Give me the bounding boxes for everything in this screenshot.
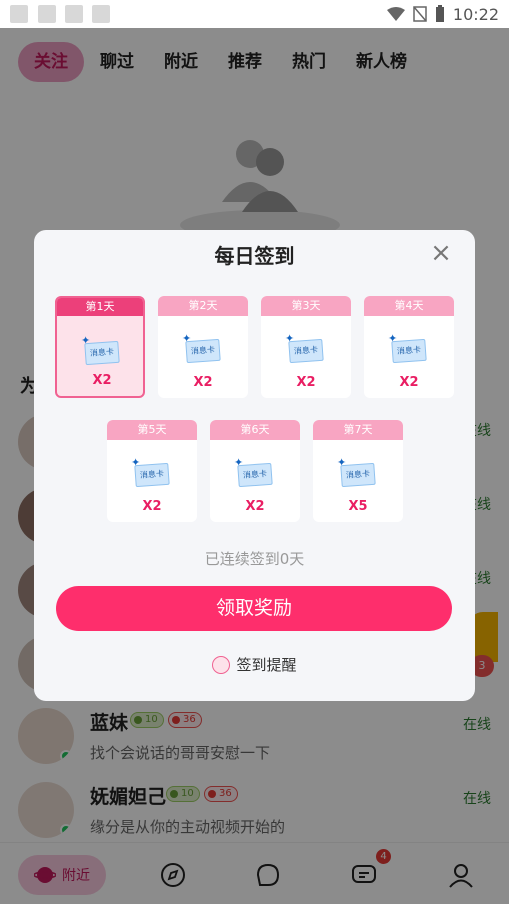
reward-multiplier: X2	[296, 375, 316, 390]
day-label: 第1天	[57, 298, 143, 316]
notification-icon	[38, 5, 56, 23]
streak-text: 已连续签到0天	[204, 550, 305, 568]
status-time: 10:22	[452, 4, 499, 24]
day-card-3[interactable]: 第3天 ✦ 消息卡 X2	[261, 296, 351, 398]
day-label: 第7天	[313, 420, 403, 440]
day-card-2[interactable]: 第2天 ✦ 消息卡 X2	[158, 296, 248, 398]
close-icon[interactable]: ×	[429, 240, 453, 266]
reward-multiplier: X2	[399, 375, 419, 390]
day-card-6[interactable]: 第6天 ✦ 消息卡 X2	[210, 420, 300, 522]
dialog-title: 每日签到	[214, 244, 295, 268]
reward-multiplier: X2	[193, 375, 213, 390]
reward-multiplier: X5	[348, 499, 368, 514]
no-sim-icon	[413, 6, 427, 22]
reward-multiplier: X2	[92, 373, 112, 388]
reminder-radio[interactable]	[212, 655, 231, 674]
day-label: 第5天	[107, 420, 197, 440]
message-card-icon: 消息卡	[134, 462, 170, 488]
day-card-7[interactable]: 第7天 ✦ 消息卡 X5	[313, 420, 403, 522]
checkin-reminder-toggle[interactable]: 签到提醒	[34, 654, 475, 675]
day-label: 第4天	[364, 296, 454, 316]
day-card-4[interactable]: 第4天 ✦ 消息卡 X2	[364, 296, 454, 398]
message-card-icon: 消息卡	[237, 462, 273, 488]
battery-icon	[435, 5, 444, 22]
day-label: 第2天	[158, 296, 248, 316]
notification-icon	[10, 5, 28, 23]
reward-multiplier: X2	[142, 499, 162, 514]
reward-multiplier: X2	[245, 499, 265, 514]
wifi-icon	[386, 7, 405, 21]
day-card-5[interactable]: 第5天 ✦ 消息卡 X2	[107, 420, 197, 522]
message-card-icon: 消息卡	[340, 462, 376, 488]
day-label: 第6天	[210, 420, 300, 440]
claim-reward-button[interactable]: 领取奖励	[56, 586, 452, 631]
message-card-icon: 消息卡	[288, 338, 324, 364]
message-card-icon: 消息卡	[185, 338, 221, 364]
message-card-icon: 消息卡	[84, 340, 120, 366]
day-label: 第3天	[261, 296, 351, 316]
status-bar: 10:22	[0, 0, 509, 28]
daily-checkin-dialog: 每日签到 × 第1天 ✦ 消息卡 X2 第2天 ✦ 消息卡 X2 第3天 ✦ 消…	[34, 230, 475, 701]
notification-icon	[65, 5, 83, 23]
reminder-label: 签到提醒	[236, 656, 297, 674]
message-card-icon: 消息卡	[391, 338, 427, 364]
notification-icon	[92, 5, 110, 23]
day-card-1[interactable]: 第1天 ✦ 消息卡 X2	[55, 296, 145, 398]
